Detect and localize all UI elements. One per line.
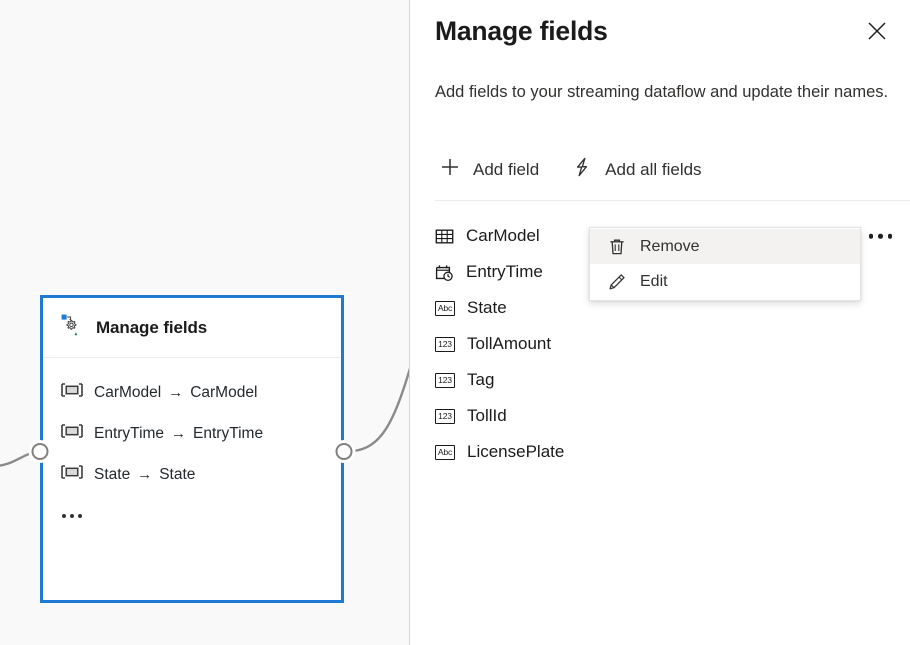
- field-name: LicensePlate: [467, 442, 564, 462]
- node-mapping-row[interactable]: CarModel → CarModel: [61, 372, 341, 413]
- node-more-rows-button[interactable]: [61, 499, 341, 533]
- plus-icon: [439, 156, 461, 183]
- field-name: EntryTime: [466, 262, 543, 282]
- mapping-arrow-icon: →: [171, 425, 186, 442]
- calendar-clock-icon: [435, 263, 454, 282]
- add-field-label: Add field: [473, 160, 539, 180]
- field-row[interactable]: 123 TollId: [435, 398, 910, 434]
- context-menu-edit-label: Edit: [640, 273, 668, 291]
- node-body: CarModel → CarModel EntryTime → EntryTim…: [43, 358, 341, 533]
- 123-icon: 123: [435, 409, 455, 424]
- mapping-target: State: [159, 466, 195, 484]
- mapping-source: State: [94, 466, 130, 484]
- manage-fields-panel: Manage fields Add fields to your streami…: [411, 0, 910, 645]
- field-box-icon: [61, 465, 83, 484]
- add-all-fields-button[interactable]: Add all fields: [567, 152, 705, 187]
- mapping-target: EntryTime: [193, 425, 263, 443]
- field-name: State: [467, 298, 507, 318]
- panel-description: Add fields to your streaming dataflow an…: [435, 78, 899, 106]
- node-header: Manage fields: [43, 298, 341, 358]
- mapping-source: CarModel: [94, 384, 161, 402]
- abc-icon: Abc: [435, 445, 455, 460]
- ellipsis-icon: [62, 514, 82, 518]
- add-field-button[interactable]: Add field: [435, 152, 543, 187]
- edge-outgoing: [345, 358, 410, 452]
- field-box-icon: [61, 383, 83, 402]
- field-context-menu: Remove Edit: [589, 227, 861, 301]
- field-name: TollAmount: [467, 334, 551, 354]
- page-title: Manage fields: [435, 16, 608, 47]
- node-title: Manage fields: [96, 318, 207, 338]
- 123-icon: 123: [435, 337, 455, 352]
- toolbar-divider: [435, 200, 910, 201]
- mapping-source: EntryTime: [94, 425, 164, 443]
- add-all-fields-label: Add all fields: [605, 160, 701, 180]
- node-mapping-row[interactable]: EntryTime → EntryTime: [61, 413, 341, 454]
- field-row[interactable]: Abc LicensePlate: [435, 434, 910, 470]
- mapping-arrow-icon: →: [137, 466, 152, 483]
- table-icon: [435, 227, 454, 246]
- close-button[interactable]: [855, 10, 899, 54]
- manage-fields-gear-icon: [61, 314, 83, 341]
- close-icon: [866, 20, 888, 45]
- field-overflow-button[interactable]: [869, 234, 893, 239]
- dataflow-canvas[interactable]: Manage fields CarModel → CarModel: [0, 0, 410, 645]
- context-menu-remove-label: Remove: [640, 238, 700, 256]
- abc-icon: Abc: [435, 301, 455, 316]
- field-name: CarModel: [466, 226, 540, 246]
- field-name: Tag: [467, 370, 494, 390]
- node-mapping-row[interactable]: State → State: [61, 454, 341, 495]
- mapping-target: CarModel: [190, 384, 257, 402]
- input-connector-handle[interactable]: [32, 443, 49, 460]
- field-row[interactable]: 123 TollAmount: [435, 326, 910, 362]
- field-row[interactable]: 123 Tag: [435, 362, 910, 398]
- mapping-arrow-icon: →: [168, 384, 183, 401]
- field-name: TollId: [467, 406, 507, 426]
- context-menu-item-edit[interactable]: Edit: [590, 264, 860, 299]
- panel-toolbar: Add field Add all fields: [435, 152, 706, 187]
- manage-fields-node[interactable]: Manage fields CarModel → CarModel: [40, 295, 344, 603]
- trash-icon: [608, 238, 626, 256]
- pencil-icon: [608, 273, 626, 291]
- context-menu-item-remove[interactable]: Remove: [590, 229, 860, 264]
- lightning-icon: [571, 156, 593, 183]
- output-connector-handle[interactable]: [336, 443, 353, 460]
- field-box-icon: [61, 424, 83, 443]
- 123-icon: 123: [435, 373, 455, 388]
